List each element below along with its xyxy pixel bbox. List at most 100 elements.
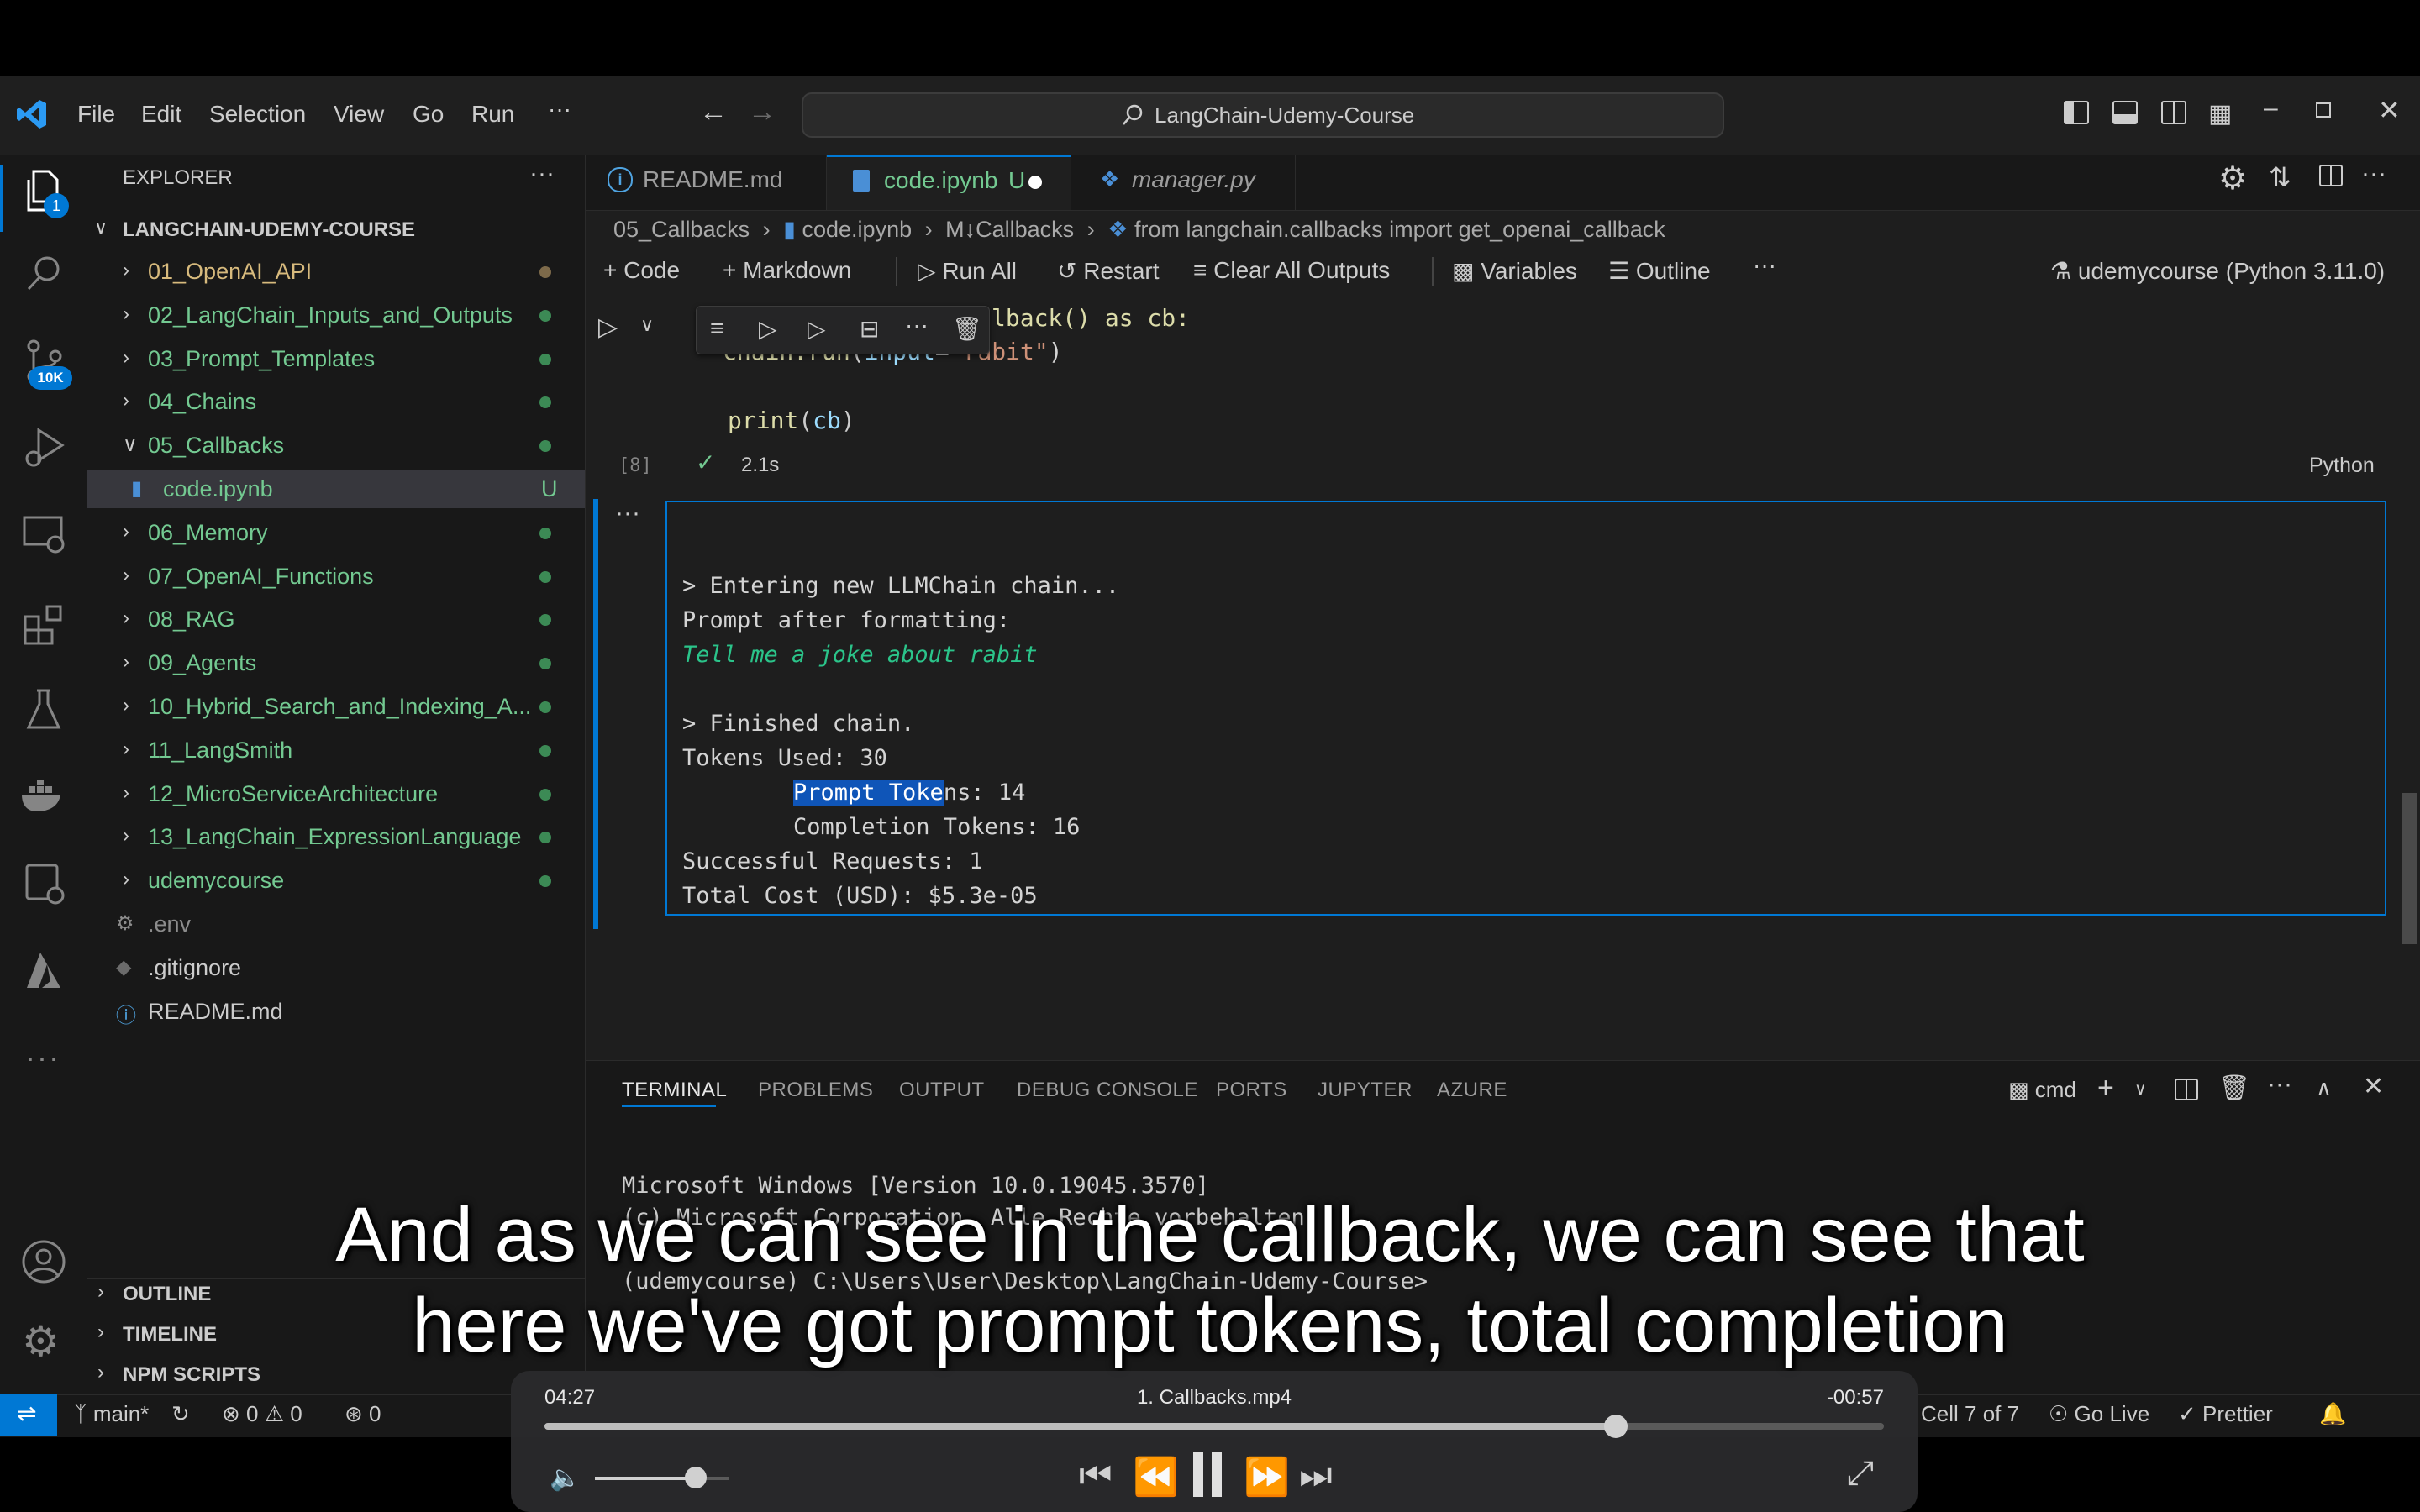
panel-tab-ports[interactable]: PORTS bbox=[1216, 1079, 1287, 1102]
skip-back-icon[interactable]: ⏮ bbox=[1079, 1455, 1113, 1497]
unsaved-dot-icon[interactable] bbox=[1028, 176, 1042, 189]
editor-scrollbar-thumb[interactable] bbox=[2402, 793, 2417, 944]
file-item[interactable]: ⓘ README.md bbox=[87, 992, 585, 1031]
project-root[interactable]: LANGCHAIN-UDEMY-COURSE bbox=[123, 218, 415, 242]
ports-indicator[interactable]: ⊛ 0 bbox=[345, 1401, 381, 1427]
folder-item[interactable]: › 03_Prompt_Templates bbox=[87, 339, 585, 378]
progress-handle[interactable] bbox=[1604, 1415, 1628, 1438]
folder-item[interactable]: › 07_OpenAI_Functions bbox=[87, 557, 585, 596]
toggle-primary-sidebar-icon[interactable] bbox=[2064, 101, 2089, 124]
cell-language[interactable]: Python bbox=[2309, 454, 2375, 478]
panel-more-icon[interactable]: ··· bbox=[2267, 1070, 2292, 1099]
toggle-secondary-sidebar-icon[interactable] bbox=[2161, 101, 2186, 124]
sync-icon[interactable]: ↻ bbox=[171, 1401, 190, 1427]
folder-item[interactable]: › 02_LangChain_Inputs_and_Outputs bbox=[87, 296, 585, 334]
command-center-search[interactable]: LangChain-Udemy-Course bbox=[802, 92, 1724, 138]
clear-outputs-button[interactable]: ≡ Clear All Outputs bbox=[1193, 257, 1390, 284]
add-code-button[interactable]: + Code bbox=[603, 257, 680, 284]
folder-item[interactable]: ∨ 05_Callbacks bbox=[87, 426, 585, 465]
menu-more[interactable]: ··· bbox=[548, 96, 571, 123]
run-by-line-icon[interactable]: ≡ bbox=[710, 315, 723, 342]
customize-layout-icon[interactable]: ▦ bbox=[2208, 99, 2232, 129]
breadcrumb-file[interactable]: code.ipynb bbox=[802, 217, 913, 242]
fast-forward-icon[interactable]: ⏩ bbox=[1244, 1455, 1290, 1499]
variables-button[interactable]: ▩ Variables bbox=[1452, 257, 1577, 285]
panel-tab-debug-console[interactable]: DEBUG CONSOLE bbox=[1017, 1079, 1198, 1102]
docker-icon[interactable] bbox=[18, 780, 69, 813]
remote-indicator[interactable]: ⇌ bbox=[0, 1394, 57, 1436]
more-views-icon[interactable]: ··· bbox=[25, 1040, 60, 1075]
folder-item[interactable]: › udemycourse bbox=[87, 861, 585, 900]
chevron-down-icon[interactable]: ∨ bbox=[2134, 1079, 2147, 1100]
restart-button[interactable]: ↺ Restart bbox=[1057, 257, 1160, 285]
run-debug-icon[interactable] bbox=[24, 425, 67, 469]
execute-above-icon[interactable]: ▷ bbox=[759, 315, 777, 343]
menu-view[interactable]: View bbox=[334, 101, 384, 128]
add-markdown-button[interactable]: + Markdown bbox=[723, 257, 851, 284]
folder-item[interactable]: › 11_LangSmith bbox=[87, 731, 585, 769]
exit-fullscreen-icon[interactable]: ⤢ bbox=[1847, 1455, 1874, 1493]
problems-indicator[interactable]: ⊗ 0 ⚠ 0 bbox=[222, 1401, 302, 1427]
split-editor-icon[interactable] bbox=[2319, 165, 2343, 186]
tab-code-ipynb[interactable]: code.ipynb U bbox=[827, 155, 1071, 210]
folder-item[interactable]: › 10_Hybrid_Search_and_Indexing_A... bbox=[87, 687, 585, 726]
delete-cell-icon[interactable]: 🗑 bbox=[952, 315, 982, 343]
volume-handle[interactable] bbox=[685, 1467, 707, 1488]
forward-arrow-icon[interactable]: → bbox=[748, 96, 776, 129]
breadcrumb-section[interactable]: M↓Callbacks bbox=[945, 217, 1074, 242]
menu-go[interactable]: Go bbox=[413, 101, 444, 128]
outline-button[interactable]: ☰ Outline bbox=[1608, 257, 1711, 285]
minimize-icon[interactable]: – bbox=[2264, 94, 2278, 123]
maximize-icon[interactable] bbox=[2316, 102, 2331, 118]
menu-edit[interactable]: Edit bbox=[141, 101, 182, 128]
rewind-icon[interactable]: ⏪ bbox=[1133, 1455, 1179, 1499]
cell-more-icon[interactable]: ··· bbox=[905, 312, 929, 339]
editor-more-icon[interactable]: ··· bbox=[2361, 160, 2386, 188]
toggle-panel-icon[interactable] bbox=[2112, 101, 2138, 124]
kernel-picker[interactable]: ⚗ udemycourse (Python 3.11.0) bbox=[2050, 257, 2385, 285]
folder-item[interactable]: › 01_OpenAI_API bbox=[87, 252, 585, 291]
file-item[interactable]: ⚙ .env bbox=[87, 905, 585, 943]
azure-icon[interactable] bbox=[22, 949, 66, 991]
panel-tab-jupyter[interactable]: JUPYTER bbox=[1318, 1079, 1413, 1102]
folder-item[interactable]: › 09_Agents bbox=[87, 643, 585, 682]
file-item[interactable]: ▮ code.ipynb U bbox=[87, 470, 585, 508]
file-item[interactable]: ◆ .gitignore bbox=[87, 948, 585, 987]
volume-track[interactable] bbox=[595, 1467, 729, 1488]
execute-below-icon[interactable]: ▷ bbox=[808, 315, 826, 343]
terminal-shell-selector[interactable]: ▩ cmd bbox=[2008, 1077, 2076, 1103]
menu-run[interactable]: Run bbox=[471, 101, 514, 128]
notifications-bell-icon[interactable]: 🔔 bbox=[2319, 1401, 2346, 1427]
panel-tab-problems[interactable]: PROBLEMS bbox=[758, 1079, 873, 1102]
run-cell-icon[interactable]: ▷ bbox=[598, 312, 618, 342]
close-window-icon[interactable]: ✕ bbox=[2378, 94, 2401, 126]
menu-selection[interactable]: Selection bbox=[209, 101, 306, 128]
breadcrumb-folder[interactable]: 05_Callbacks bbox=[613, 217, 750, 242]
back-arrow-icon[interactable]: ← bbox=[699, 96, 728, 129]
run-all-button[interactable]: ▷ Run All bbox=[918, 257, 1017, 285]
folder-item[interactable]: › 08_RAG bbox=[87, 600, 585, 638]
panel-tab-output[interactable]: OUTPUT bbox=[899, 1079, 985, 1102]
sql-database-icon[interactable] bbox=[24, 860, 67, 907]
split-cell-icon[interactable]: ⊟ bbox=[860, 315, 879, 343]
close-panel-icon[interactable]: ✕ bbox=[2363, 1072, 2384, 1101]
output-more-icon[interactable]: ··· bbox=[615, 499, 640, 528]
tab-readme[interactable]: i README.md bbox=[586, 155, 827, 210]
prettier-button[interactable]: ✓ Prettier bbox=[2178, 1401, 2273, 1427]
extensions-icon[interactable] bbox=[22, 601, 67, 647]
folder-item[interactable]: › 13_LangChain_ExpressionLanguage bbox=[87, 817, 585, 856]
skip-forward-icon[interactable]: ⏭ bbox=[1299, 1455, 1333, 1497]
pause-icon[interactable] bbox=[1212, 1452, 1222, 1497]
breadcrumb-symbol[interactable]: from langchain.callbacks import get_open… bbox=[1134, 217, 1665, 242]
settings-gear-icon[interactable]: ⚙ bbox=[2218, 160, 2247, 197]
volume-icon[interactable]: 🔈 bbox=[550, 1463, 581, 1493]
toolbar-more-icon[interactable]: ··· bbox=[1753, 252, 1776, 279]
search-view-icon[interactable] bbox=[24, 252, 66, 294]
split-terminal-icon[interactable] bbox=[2175, 1079, 2198, 1100]
git-branch[interactable]: ᛉ main* bbox=[74, 1401, 149, 1427]
remote-explorer-icon[interactable] bbox=[22, 514, 67, 556]
testing-flask-icon[interactable] bbox=[25, 687, 62, 732]
panel-tab-azure[interactable]: AZURE bbox=[1437, 1079, 1507, 1102]
chevron-down-icon[interactable]: ∨ bbox=[94, 217, 108, 239]
folder-item[interactable]: › 04_Chains bbox=[87, 382, 585, 421]
